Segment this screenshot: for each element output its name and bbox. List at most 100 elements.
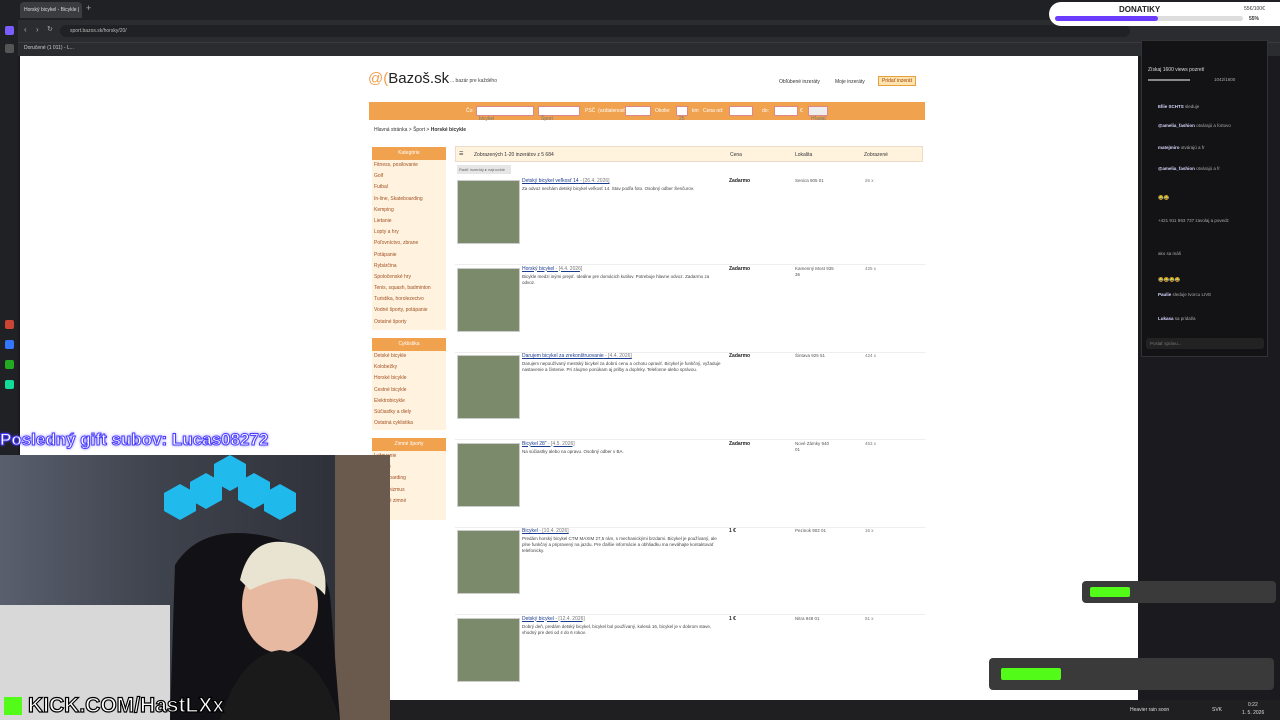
psc-hint: (vzdialenosť): (598, 108, 629, 114)
listing-price: Zadarmo (729, 265, 751, 272)
listing-photo[interactable] (457, 617, 520, 682)
search-what-input[interactable]: bicykel (476, 106, 534, 122)
browser-tab[interactable]: Horský bicykel - Bicykle | (20, 2, 82, 18)
price-from-label: Cena od: (703, 108, 724, 114)
spotify-icon[interactable] (5, 380, 14, 389)
add-ad-button[interactable]: Pridať inzerát (878, 76, 916, 86)
category-link[interactable]: Kolobežky (372, 362, 446, 373)
alert-icons-large (1001, 668, 1061, 680)
chat-text: sleduje tvorcu LIVE (1172, 292, 1212, 297)
category-link[interactable]: Detské bicykle (372, 351, 446, 362)
chat-username[interactable]: Lukasa (1158, 316, 1175, 321)
listing-price: Zadarmo (729, 178, 751, 184)
currency-label: € (800, 108, 803, 114)
category-link[interactable]: In-line, Skateboarding (372, 194, 446, 205)
cycling-box: Cyklistika Detské bicykle Kolobežky Horské… (372, 338, 446, 430)
chat-message: 😂😂 (1158, 195, 1169, 201)
workspace-icon[interactable] (5, 26, 14, 35)
category-link[interactable]: Rybárčina (372, 261, 446, 272)
chat-message: 😂😂😂😂 (1158, 277, 1180, 283)
price-to-label: do: (762, 108, 769, 114)
sort-button[interactable]: Radiť inzeráty ▸ najnovšie (457, 165, 511, 174)
clock-date[interactable]: 1. 5. 2026 (1242, 710, 1264, 716)
listing-description: Predám horský bicykel CTM MAXIM 27,5 rám… (522, 536, 717, 553)
category-link[interactable]: Ostatné športy (372, 317, 446, 328)
category-link[interactable]: Elektrobicykle (372, 396, 446, 407)
chat-input[interactable]: Poslať správu... (1146, 338, 1264, 349)
favorites-link[interactable]: Obľúbené inzeráty (779, 79, 820, 85)
home-icon[interactable] (5, 44, 14, 53)
category-link[interactable]: Lopty a hry (372, 227, 446, 238)
taskbar: Heavier rain soon SVK 0:22 1. 5. 2026 (390, 700, 1280, 720)
price-to-input[interactable] (774, 106, 798, 116)
site-logo[interactable]: @(Bazoš.sk (368, 70, 449, 87)
listing-title[interactable]: Detský bicykel - [12.4. 2026] (522, 616, 585, 622)
category-link[interactable]: Vodné športy, potápanie (372, 305, 446, 316)
whatsapp-icon[interactable] (5, 360, 14, 369)
new-tab-icon[interactable]: + (86, 3, 91, 13)
listing-photo[interactable] (457, 180, 520, 244)
listing-price: 1 € (729, 615, 736, 622)
listing-location: Kamenný Most 935 36 (795, 265, 834, 277)
category-link[interactable]: Lietanie (372, 216, 446, 227)
bookmarks-bar: Doručené (1 011) - L... (18, 42, 1280, 56)
rubric-select[interactable]: Šport (538, 106, 580, 122)
language-indicator[interactable]: SVK (1212, 707, 1222, 713)
crumb-section[interactable]: Šport (413, 127, 425, 133)
reload-icon[interactable]: ↻ (47, 25, 53, 33)
category-link[interactable]: Horské bicykle (372, 373, 446, 384)
weather-widget[interactable]: Heavier rain soon (1130, 707, 1169, 713)
category-link[interactable]: Fitness, posilovanie (372, 160, 446, 171)
listing-photo[interactable] (457, 442, 520, 507)
category-link[interactable]: Tenis, squash, badminton (372, 283, 446, 294)
listing-date: - [4.5. 2026] (546, 440, 575, 447)
chat-username[interactable]: @amelia_fashion (1158, 166, 1196, 171)
category-link[interactable]: Potápanie (372, 250, 446, 261)
list-icon: ☰ (459, 151, 464, 157)
category-link[interactable]: Kemping (372, 205, 446, 216)
listing-title[interactable]: Horský bicykel - [4.4. 2026] (522, 266, 582, 272)
category-link[interactable]: Poľovníctvo, zbrane (372, 238, 446, 249)
listing-views: 16 x (865, 528, 874, 533)
chat-username[interactable]: Ellie SCHTS (1158, 104, 1185, 109)
listing-photo[interactable] (457, 355, 520, 419)
category-link[interactable]: Golf (372, 171, 446, 182)
gmail-icon[interactable] (5, 320, 14, 329)
cycling-title: Cyklistika (372, 338, 446, 351)
listing-location: Pezinok 902 01 (795, 528, 827, 533)
listing-location: Nové Zámky 940 01 (795, 440, 830, 452)
messenger-icon[interactable] (5, 340, 14, 349)
chat-username[interactable]: Paulie (1158, 292, 1173, 297)
chat-message: Paulie sleduje tvorcu LIVE (1158, 292, 1211, 297)
listing-title[interactable]: Darujem bicykel za zrekonštruovanie - [4… (522, 353, 632, 359)
listing-title[interactable]: Bicykel 28" - [4.5. 2026] (522, 441, 575, 447)
category-link[interactable]: Cestné bicykle (372, 385, 446, 396)
back-icon[interactable]: ‹ (24, 25, 27, 34)
forward-icon[interactable]: › (36, 25, 39, 34)
okolie-input[interactable]: 25 (676, 106, 688, 122)
psc-input[interactable] (625, 106, 651, 116)
category-link[interactable]: Ostatná cyklistika (372, 418, 446, 429)
chat-text: otvárajú a fr (1180, 145, 1205, 150)
chat-username[interactable]: @amelia_fashion (1158, 123, 1196, 128)
search-button[interactable]: Hľadať (808, 106, 828, 122)
listing-photo[interactable] (457, 530, 520, 594)
price-from-input[interactable] (729, 106, 753, 116)
category-link[interactable]: Turistika, horolezectvo (372, 294, 446, 305)
category-link[interactable]: Futbal (372, 182, 446, 193)
crumb-home[interactable]: Hlavná stránka (374, 127, 407, 133)
category-link[interactable]: Spoločenské hry (372, 272, 446, 283)
clock-time[interactable]: 0:22 (1248, 702, 1258, 708)
listing-title[interactable]: Bicykel - [10.4. 2026] (522, 528, 569, 534)
search-what-label: Čo: (466, 108, 474, 114)
bookmark-gmail[interactable]: Doručené (1 011) - L... (24, 45, 74, 51)
url-input[interactable]: sport.bazos.sk/horsky/20/ (60, 25, 1130, 37)
goal-text: Získaj 1600 views pozretí (1148, 67, 1205, 73)
listing-title[interactable]: Detský bicykel veľkosť 14 - [26.4. 2026] (522, 178, 610, 184)
listing-photo[interactable] (457, 267, 520, 332)
chat-text: sa pridal/a (1174, 316, 1196, 321)
shown-count: Zobrazených 1-20 inzerátov z 5 684 (474, 152, 554, 158)
category-link[interactable]: Súčiastky a diely (372, 407, 446, 418)
chat-username[interactable]: matejmiro (1158, 145, 1181, 150)
my-ads-link[interactable]: Moje inzeráty (835, 79, 865, 85)
